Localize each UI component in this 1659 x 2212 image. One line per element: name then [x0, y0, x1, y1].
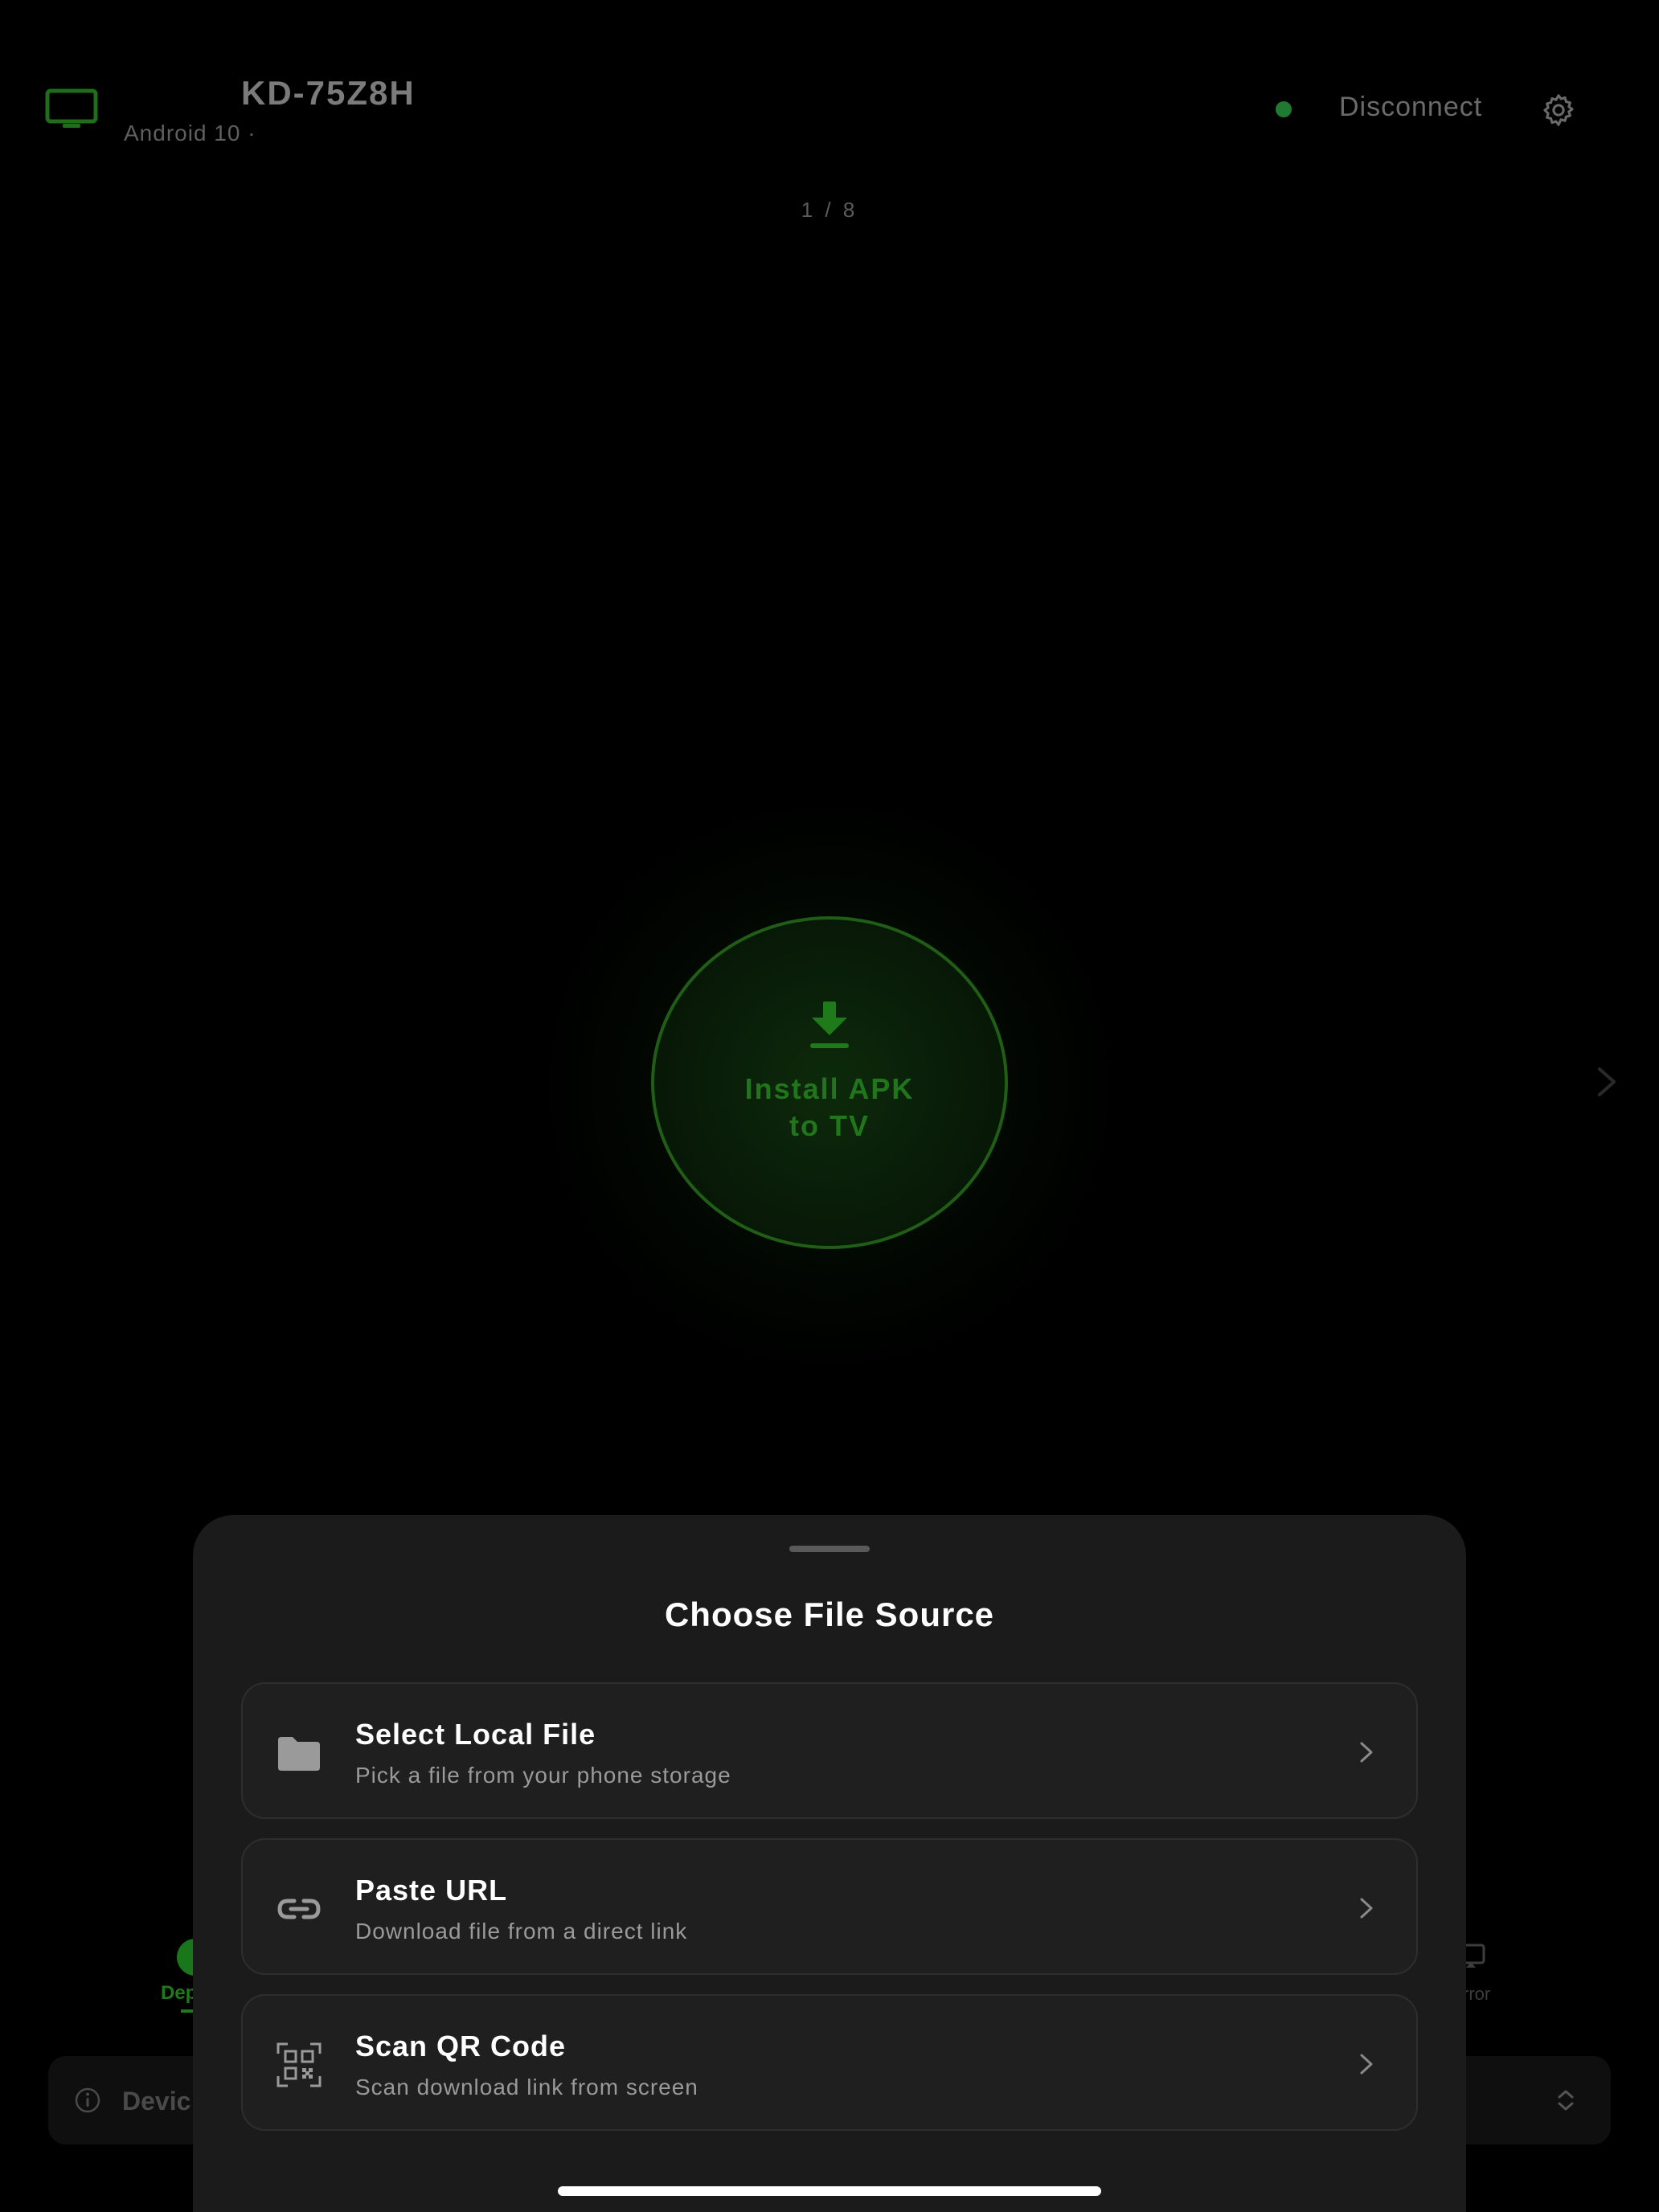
link-icon [277, 1899, 321, 1919]
device-os-version: Android 10 · [124, 121, 256, 145]
info-icon [75, 2087, 100, 2113]
disconnect-button[interactable]: Disconnect [1339, 92, 1482, 123]
option-description: Download file from a direct link [355, 1919, 688, 1944]
option-title: Paste URL [355, 1874, 508, 1907]
chevron-up-down-icon [1558, 2090, 1574, 2111]
tab-mirror-label[interactable]: rror [1463, 1984, 1490, 2005]
chevron-right-icon[interactable] [1595, 1066, 1619, 1098]
qr-code-icon [276, 2042, 322, 2087]
file-source-sheet: Choose File Source Select Local File Pic… [193, 1515, 1466, 2212]
folder-icon [278, 1737, 320, 1771]
device-name: KD-75Z8H [241, 74, 416, 112]
paste-url-option[interactable]: Paste URL Download file from a direct li… [241, 1838, 1418, 1975]
select-local-file-option[interactable]: Select Local File Pick a file from your … [241, 1682, 1418, 1819]
install-apk-label: Install APK to TV [744, 1072, 915, 1142]
option-description: Pick a file from your phone storage [355, 1763, 731, 1788]
device-selector-label: Devic [122, 2087, 191, 2116]
option-title: Scan QR Code [355, 2030, 567, 2062]
sheet-title: Choose File Source [664, 1596, 995, 1633]
chevron-right-icon [1360, 1742, 1373, 1763]
chevron-right-icon [1360, 2054, 1373, 2075]
home-indicator[interactable] [558, 2186, 1101, 2196]
chevron-right-icon [1360, 1898, 1373, 1919]
install-apk-button[interactable]: Install APK to TV [651, 916, 1008, 1249]
option-title: Select Local File [355, 1718, 596, 1751]
connection-status-dot [1276, 101, 1292, 117]
download-icon [810, 1002, 849, 1048]
tv-icon [45, 88, 98, 128]
page-indicator: 1 / 8 [801, 198, 858, 222]
sheet-grabber[interactable] [789, 1546, 870, 1552]
scan-qr-code-option[interactable]: Scan QR Code Scan download link from scr… [241, 1994, 1418, 2131]
gear-icon[interactable] [1540, 92, 1577, 129]
tab-deploy-label[interactable]: Dep [161, 1982, 197, 2005]
option-description: Scan download link from screen [355, 2075, 698, 2099]
